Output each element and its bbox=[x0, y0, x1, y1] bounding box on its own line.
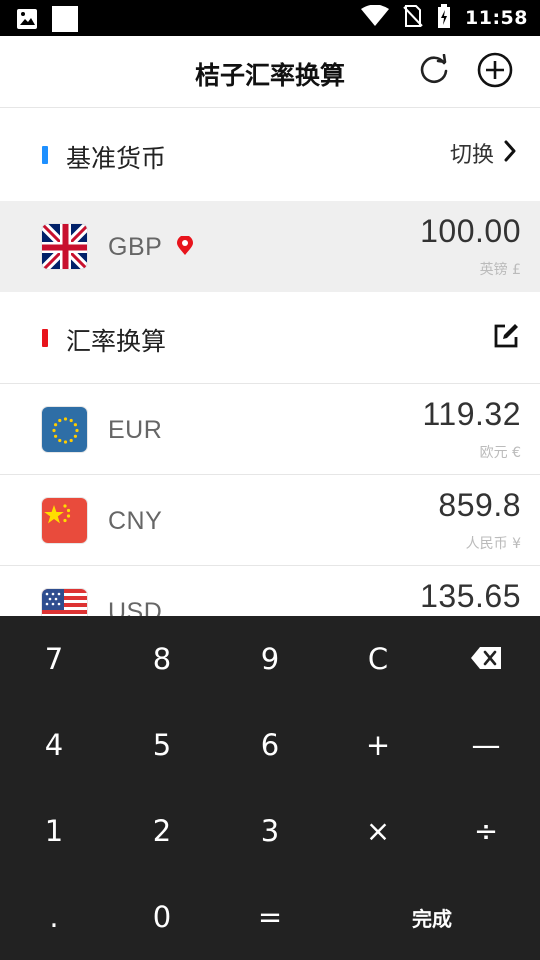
done-button[interactable]: 完成 bbox=[324, 874, 540, 960]
key-4[interactable]: 4 bbox=[0, 702, 108, 788]
key-1[interactable]: 1 bbox=[0, 788, 108, 874]
section-marker bbox=[42, 329, 48, 347]
app-bar: 桔子汇率换算 bbox=[0, 36, 540, 108]
refresh-icon bbox=[418, 53, 450, 91]
page-title: 桔子汇率换算 bbox=[194, 61, 345, 90]
eu-flag-icon bbox=[41, 406, 88, 453]
key-5[interactable]: 5 bbox=[108, 702, 216, 788]
key-divide[interactable]: ÷ bbox=[432, 788, 540, 874]
currency-row-eur[interactable]: EUR 119.32 欧元 € bbox=[0, 384, 540, 475]
clock-time: 11:58 bbox=[465, 7, 528, 29]
edit-icon bbox=[492, 322, 520, 355]
key-backspace[interactable] bbox=[432, 616, 540, 702]
base-currency-title: 基准货币 bbox=[66, 144, 167, 173]
key-decimal[interactable]: . bbox=[0, 874, 108, 960]
key-2[interactable]: 2 bbox=[108, 788, 216, 874]
no-sim-icon bbox=[403, 4, 423, 32]
currency-code: CNY bbox=[108, 507, 163, 535]
key-equals[interactable]: = bbox=[216, 874, 324, 960]
key-0[interactable]: 0 bbox=[108, 874, 216, 960]
battery-charging-icon bbox=[437, 3, 451, 33]
currency-code: EUR bbox=[108, 416, 163, 444]
edit-list-button[interactable] bbox=[492, 322, 520, 355]
currency-name: 人民币 ¥ bbox=[465, 536, 521, 552]
location-pin-icon bbox=[176, 235, 194, 261]
currency-amount[interactable]: 859.8 bbox=[438, 487, 521, 524]
currency-amount[interactable]: 135.65 bbox=[420, 578, 521, 615]
currency-code: GBP bbox=[108, 233, 163, 261]
key-8[interactable]: 8 bbox=[108, 616, 216, 702]
chevron-right-icon bbox=[502, 139, 518, 168]
key-plus[interactable]: + bbox=[324, 702, 432, 788]
rates-header: 汇率换算 bbox=[0, 292, 540, 384]
key-clear[interactable]: C bbox=[324, 616, 432, 702]
currency-amount[interactable]: 119.32 bbox=[423, 396, 522, 433]
base-currency-row[interactable]: GBP 100.00 英镑 £ bbox=[0, 201, 540, 292]
base-currency-header: 基准货币 切换 bbox=[0, 109, 540, 201]
currency-name: 英镑 £ bbox=[479, 262, 521, 278]
uk-flag-icon bbox=[41, 223, 88, 270]
currency-name: 欧元 € bbox=[479, 445, 521, 461]
rates-title: 汇率换算 bbox=[66, 327, 167, 356]
china-flag-icon bbox=[41, 497, 88, 544]
key-6[interactable]: 6 bbox=[216, 702, 324, 788]
currency-amount-input[interactable]: 100.00 bbox=[420, 213, 521, 250]
add-circle-icon bbox=[477, 52, 513, 93]
calculator-keypad: 7 8 9 C 4 5 6 + — 1 2 3 × ÷ . 0 = 完成 bbox=[0, 616, 540, 960]
section-marker bbox=[42, 146, 48, 164]
switch-label: 切换 bbox=[449, 143, 494, 168]
key-multiply[interactable]: × bbox=[324, 788, 432, 874]
switch-base-button[interactable]: 切换 bbox=[450, 137, 518, 169]
status-bar: 11:58 bbox=[0, 0, 540, 36]
key-minus[interactable]: — bbox=[432, 702, 540, 788]
refresh-button[interactable] bbox=[416, 53, 452, 91]
backspace-icon bbox=[471, 642, 501, 676]
key-3[interactable]: 3 bbox=[216, 788, 324, 874]
key-7[interactable]: 7 bbox=[0, 616, 108, 702]
currency-row-cny[interactable]: CNY 859.8 人民币 ¥ bbox=[0, 475, 540, 566]
image-notification-icon bbox=[16, 8, 38, 35]
add-currency-button[interactable] bbox=[477, 52, 513, 93]
key-9[interactable]: 9 bbox=[216, 616, 324, 702]
white-square-notification-icon bbox=[52, 6, 78, 37]
wifi-icon bbox=[361, 4, 390, 32]
